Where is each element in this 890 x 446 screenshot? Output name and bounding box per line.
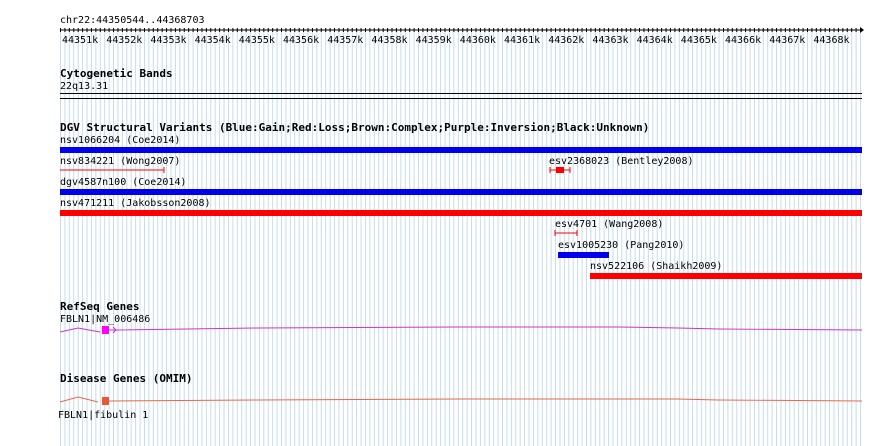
omim-gene-label: FBLN1|fibulin 1 [58,410,149,421]
variant-label: nsv1066204 (Coe2014) [60,135,181,146]
ruler-tick-label: 44362k [548,35,585,46]
variant-feature-gain[interactable] [558,252,609,258]
ruler-tick-label: 44354k [194,35,231,46]
refseq-track-title: RefSeq Genes [60,300,140,313]
variant-label: nsv522106 (Shaikh2009) [590,261,723,272]
ruler-tick-label: 44351k [62,35,99,46]
ruler-tick-label: 44355k [238,35,275,46]
ruler-tick-label: 44360k [459,35,496,46]
variant-feature-loss[interactable] [590,273,862,279]
ruler-tick-label: 44352k [106,35,143,46]
ruler-tick-label: 44366k [725,35,762,46]
dgv-track-title: DGV Structural Variants (Blue:Gain;Red:L… [60,121,650,134]
variant-feature-loss[interactable] [549,166,573,174]
variant-label: nsv471211 (Jakobsson2008) [60,198,211,209]
ruler-tick-label: 44363k [592,35,629,46]
variant-feature-gain[interactable] [60,189,862,195]
variant-feature-gain[interactable] [60,147,862,153]
ruler-tick-label: 44365k [680,35,717,46]
genome-browser: chr22:44350544..44368703 44351k 44352k 443… [0,0,890,446]
ruler-tick-label: 44353k [150,35,187,46]
ruler-tick-label: 44361k [504,35,541,46]
ruler-tick-label: 44368k [813,35,850,46]
variant-label: dgv4587n100 (Coe2014) [60,177,187,188]
cytoband-line-bottom [60,98,862,99]
refseq-gene-model[interactable] [58,322,864,338]
variant-feature-loss[interactable] [554,229,580,237]
ruler-tick-label: 44356k [283,35,320,46]
omim-track-title: Disease Genes (OMIM) [60,372,193,385]
variant-feature-loss[interactable] [60,210,862,216]
variant-feature-loss[interactable] [58,166,168,174]
cytoband-label: 22q13.31 [60,81,109,92]
ruler-tick-label: 44364k [636,35,673,46]
omim-gene-model[interactable] [58,394,864,408]
variant-label: esv1005230 (Pang2010) [558,240,685,251]
ruler-tick-label: 44359k [415,35,452,46]
cytoband-track-title: Cytogenetic Bands [60,67,173,80]
ruler-tick-label: 44367k [769,35,806,46]
ruler-tick-label: 44358k [371,35,408,46]
ruler-tick-label: 44357k [327,35,364,46]
cytoband-line-top [60,93,862,94]
